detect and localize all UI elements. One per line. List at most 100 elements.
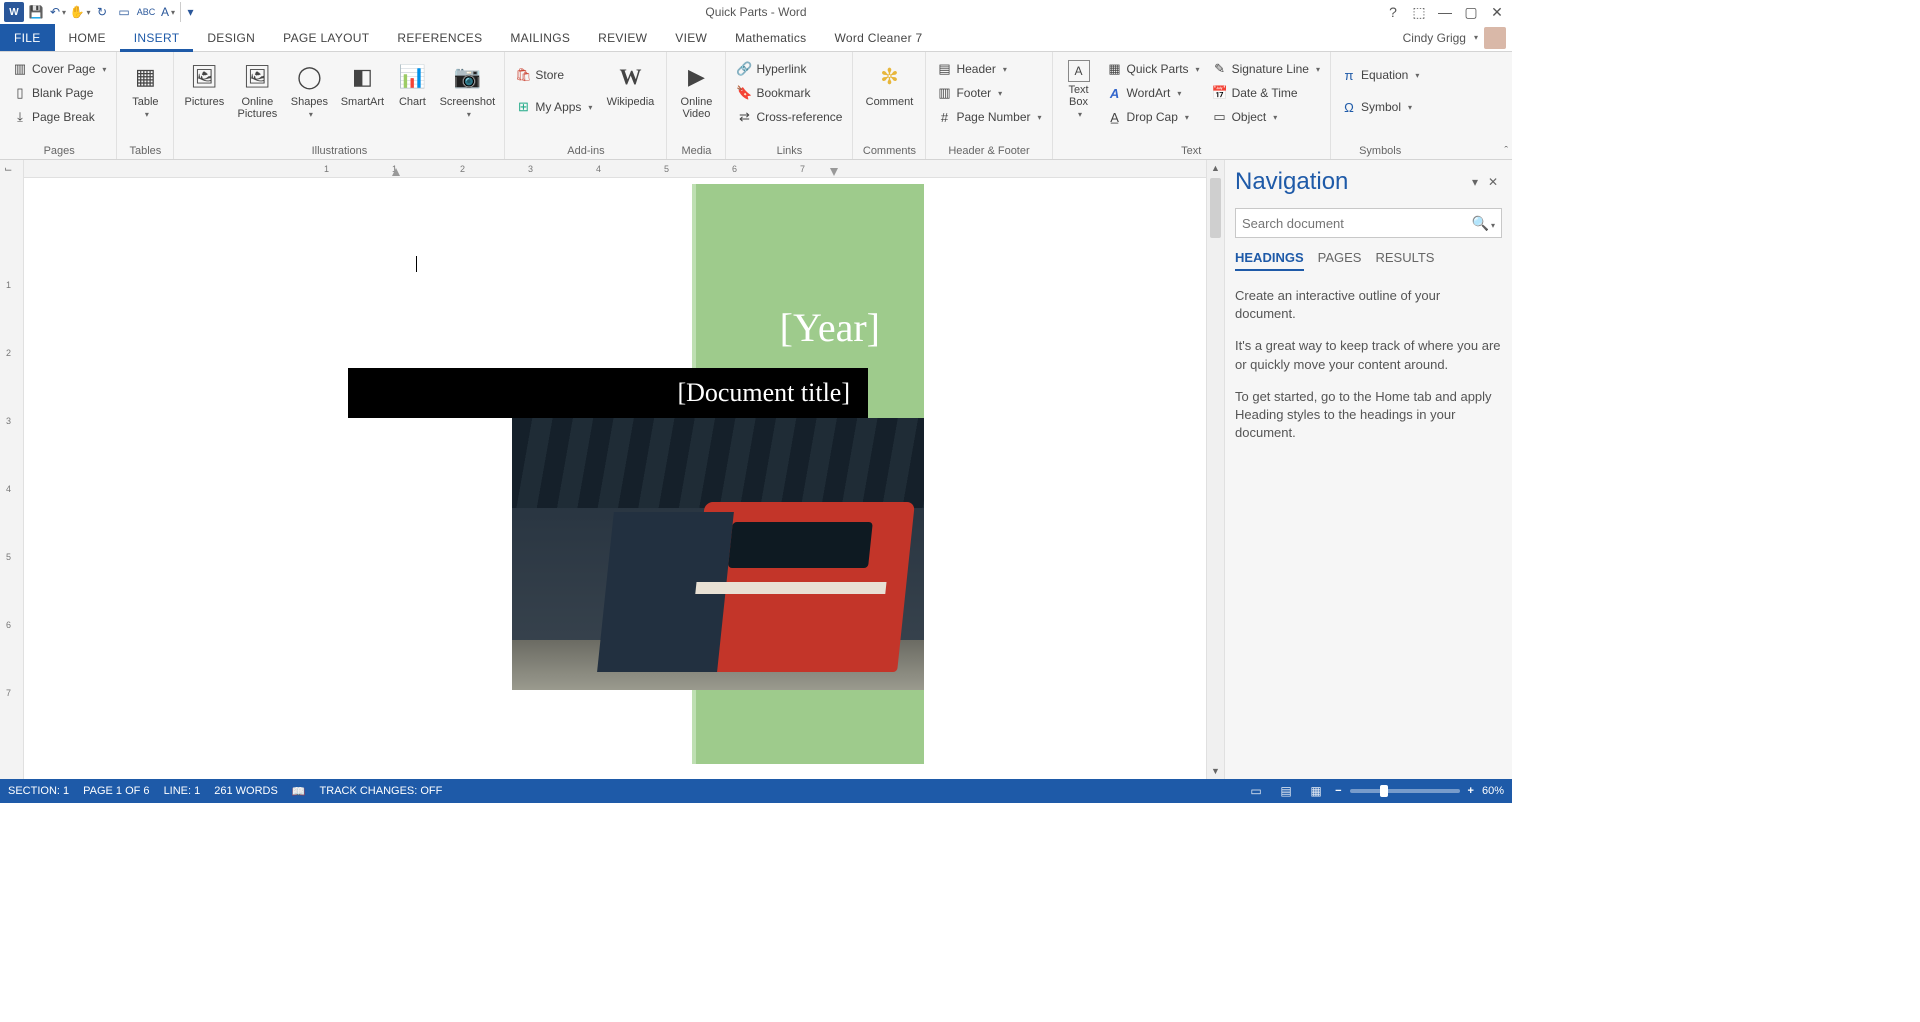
tab-design[interactable]: DESIGN xyxy=(193,24,269,51)
tab-page-layout[interactable]: PAGE LAYOUT xyxy=(269,24,383,51)
nav-tab-headings[interactable]: HEADINGS xyxy=(1235,250,1304,271)
collapse-ribbon-icon[interactable]: ˆ xyxy=(1504,145,1508,157)
touch-mode-icon[interactable]: ✋▾ xyxy=(70,2,90,22)
online-pictures-button[interactable]: 🖼Online Pictures xyxy=(232,58,282,122)
cross-reference-button[interactable]: ⇄Cross-reference xyxy=(732,106,846,128)
online-video-icon: ▶ xyxy=(679,60,713,94)
page-break-icon: ⤓ xyxy=(12,109,28,125)
user-avatar-icon[interactable] xyxy=(1484,27,1506,49)
screenshot-button[interactable]: 📷Screenshot xyxy=(436,58,498,121)
cover-page-button[interactable]: ▥Cover Page xyxy=(8,58,110,80)
chart-button[interactable]: 📊Chart xyxy=(392,58,432,110)
save-icon[interactable]: 💾 xyxy=(26,2,46,22)
status-line[interactable]: LINE: 1 xyxy=(164,785,201,797)
quick-parts-button[interactable]: ▦Quick Parts xyxy=(1103,58,1204,80)
tab-insert[interactable]: INSERT xyxy=(120,24,194,51)
help-icon[interactable]: ? xyxy=(1382,2,1404,22)
blank-page-button[interactable]: ▯Blank Page xyxy=(8,82,110,104)
hruler-mark: 3 xyxy=(528,164,596,174)
cover-title-placeholder[interactable]: [Document title] xyxy=(348,368,868,418)
quick-access-toolbar: W 💾 ↶▾ ✋▾ ↻ ▭ ABC A▾ ▾ xyxy=(4,2,200,22)
nav-tab-pages[interactable]: PAGES xyxy=(1318,250,1362,271)
scroll-up-icon[interactable]: ▲ xyxy=(1207,160,1224,176)
minimize-icon[interactable]: — xyxy=(1434,2,1456,22)
status-proofing-icon[interactable]: 📖 xyxy=(292,785,306,798)
search-input[interactable] xyxy=(1242,216,1468,231)
table-button[interactable]: ▦ Table xyxy=(123,58,167,121)
new-doc-icon[interactable]: ▭ xyxy=(114,2,134,22)
tab-view[interactable]: VIEW xyxy=(661,24,721,51)
page-break-button[interactable]: ⤓Page Break xyxy=(8,106,110,128)
user-name[interactable]: Cindy Grigg xyxy=(1403,31,1466,45)
date-time-button[interactable]: 📅Date & Time xyxy=(1208,82,1324,104)
navigation-search[interactable]: 🔍▾ xyxy=(1235,208,1502,238)
status-track-changes[interactable]: TRACK CHANGES: OFF xyxy=(320,785,443,797)
search-icon[interactable]: 🔍▾ xyxy=(1468,215,1495,232)
tab-home[interactable]: HOME xyxy=(55,24,120,51)
view-read-mode-icon[interactable]: ▭ xyxy=(1245,782,1267,800)
view-web-layout-icon[interactable]: ▦ xyxy=(1305,782,1327,800)
drop-cap-button[interactable]: A̲Drop Cap xyxy=(1103,106,1204,128)
word-app-icon[interactable]: W xyxy=(4,2,24,22)
store-button[interactable]: 🛍Store xyxy=(511,64,596,86)
smartart-button[interactable]: ◧SmartArt xyxy=(336,58,388,110)
hruler-mark: 4 xyxy=(596,164,664,174)
redo-icon[interactable]: ↻ xyxy=(92,2,112,22)
tab-mathematics[interactable]: Mathematics xyxy=(721,24,820,51)
zoom-slider[interactable] xyxy=(1350,789,1460,793)
text-box-button[interactable]: AText Box xyxy=(1059,58,1099,121)
qat-customize-icon[interactable]: ▾ xyxy=(180,2,200,22)
font-format-icon[interactable]: A▾ xyxy=(158,2,178,22)
wordart-button[interactable]: AWordArt xyxy=(1103,82,1204,104)
undo-icon[interactable]: ↶▾ xyxy=(48,2,68,22)
indent-marker-left-icon[interactable] xyxy=(392,168,400,176)
scroll-down-icon[interactable]: ▼ xyxy=(1207,763,1224,779)
zoom-level[interactable]: 60% xyxy=(1482,785,1504,797)
tab-file[interactable]: FILE xyxy=(0,24,55,51)
tab-references[interactable]: REFERENCES xyxy=(383,24,496,51)
tab-mailings[interactable]: MAILINGS xyxy=(496,24,584,51)
zoom-out-button[interactable]: − xyxy=(1335,785,1341,797)
header-button[interactable]: ▤Header xyxy=(932,58,1045,80)
restore-icon[interactable]: ▢ xyxy=(1460,2,1482,22)
view-print-layout-icon[interactable]: ▤ xyxy=(1275,782,1297,800)
status-page[interactable]: PAGE 1 OF 6 xyxy=(83,785,149,797)
hyperlink-button[interactable]: 🔗Hyperlink xyxy=(732,58,846,80)
cover-year-placeholder[interactable]: [Year] xyxy=(780,304,880,351)
status-section[interactable]: SECTION: 1 xyxy=(8,785,69,797)
pictures-button[interactable]: 🖼Pictures xyxy=(180,58,228,110)
bookmark-button[interactable]: 🔖Bookmark xyxy=(732,82,846,104)
my-apps-button[interactable]: ⊞My Apps xyxy=(511,96,596,118)
zoom-in-button[interactable]: + xyxy=(1468,785,1474,797)
symbol-button[interactable]: ΩSymbol xyxy=(1337,96,1423,118)
ribbon-display-options-icon[interactable]: ⬚ xyxy=(1408,2,1430,22)
pane-options-icon[interactable]: ▾ xyxy=(1466,173,1484,191)
online-video-button[interactable]: ▶Online Video xyxy=(673,58,719,122)
tab-review[interactable]: REVIEW xyxy=(584,24,661,51)
wikipedia-button[interactable]: WWikipedia xyxy=(600,58,660,110)
zoom-slider-knob[interactable] xyxy=(1380,785,1388,797)
scroll-thumb[interactable] xyxy=(1210,178,1221,238)
comment-button[interactable]: ✼Comment xyxy=(859,58,919,110)
chart-icon: 📊 xyxy=(395,60,429,94)
shapes-icon: ◯ xyxy=(292,60,326,94)
document-canvas[interactable]: [Year] [Document title] xyxy=(24,178,1206,779)
close-icon[interactable]: ✕ xyxy=(1486,2,1508,22)
shapes-button[interactable]: ◯Shapes xyxy=(286,58,332,121)
cover-photo[interactable] xyxy=(512,418,924,690)
spelling-icon[interactable]: ABC xyxy=(136,2,156,22)
object-icon: ▭ xyxy=(1212,109,1228,125)
page-number-button[interactable]: #Page Number xyxy=(932,106,1045,128)
pane-close-icon[interactable]: ✕ xyxy=(1484,173,1502,191)
status-words[interactable]: 261 WORDS xyxy=(214,785,278,797)
footer-button[interactable]: ▥Footer xyxy=(932,82,1045,104)
wordart-icon: A xyxy=(1107,85,1123,101)
equation-button[interactable]: πEquation xyxy=(1337,64,1423,86)
nav-tab-results[interactable]: RESULTS xyxy=(1375,250,1434,271)
tab-word-cleaner[interactable]: Word Cleaner 7 xyxy=(820,24,936,51)
signature-line-button[interactable]: ✎Signature Line xyxy=(1208,58,1324,80)
vruler-mark: 7 xyxy=(6,688,11,698)
vertical-scrollbar[interactable]: ▲ ▼ xyxy=(1206,160,1224,779)
indent-marker-right-icon[interactable] xyxy=(830,168,838,176)
object-button[interactable]: ▭Object xyxy=(1208,106,1324,128)
